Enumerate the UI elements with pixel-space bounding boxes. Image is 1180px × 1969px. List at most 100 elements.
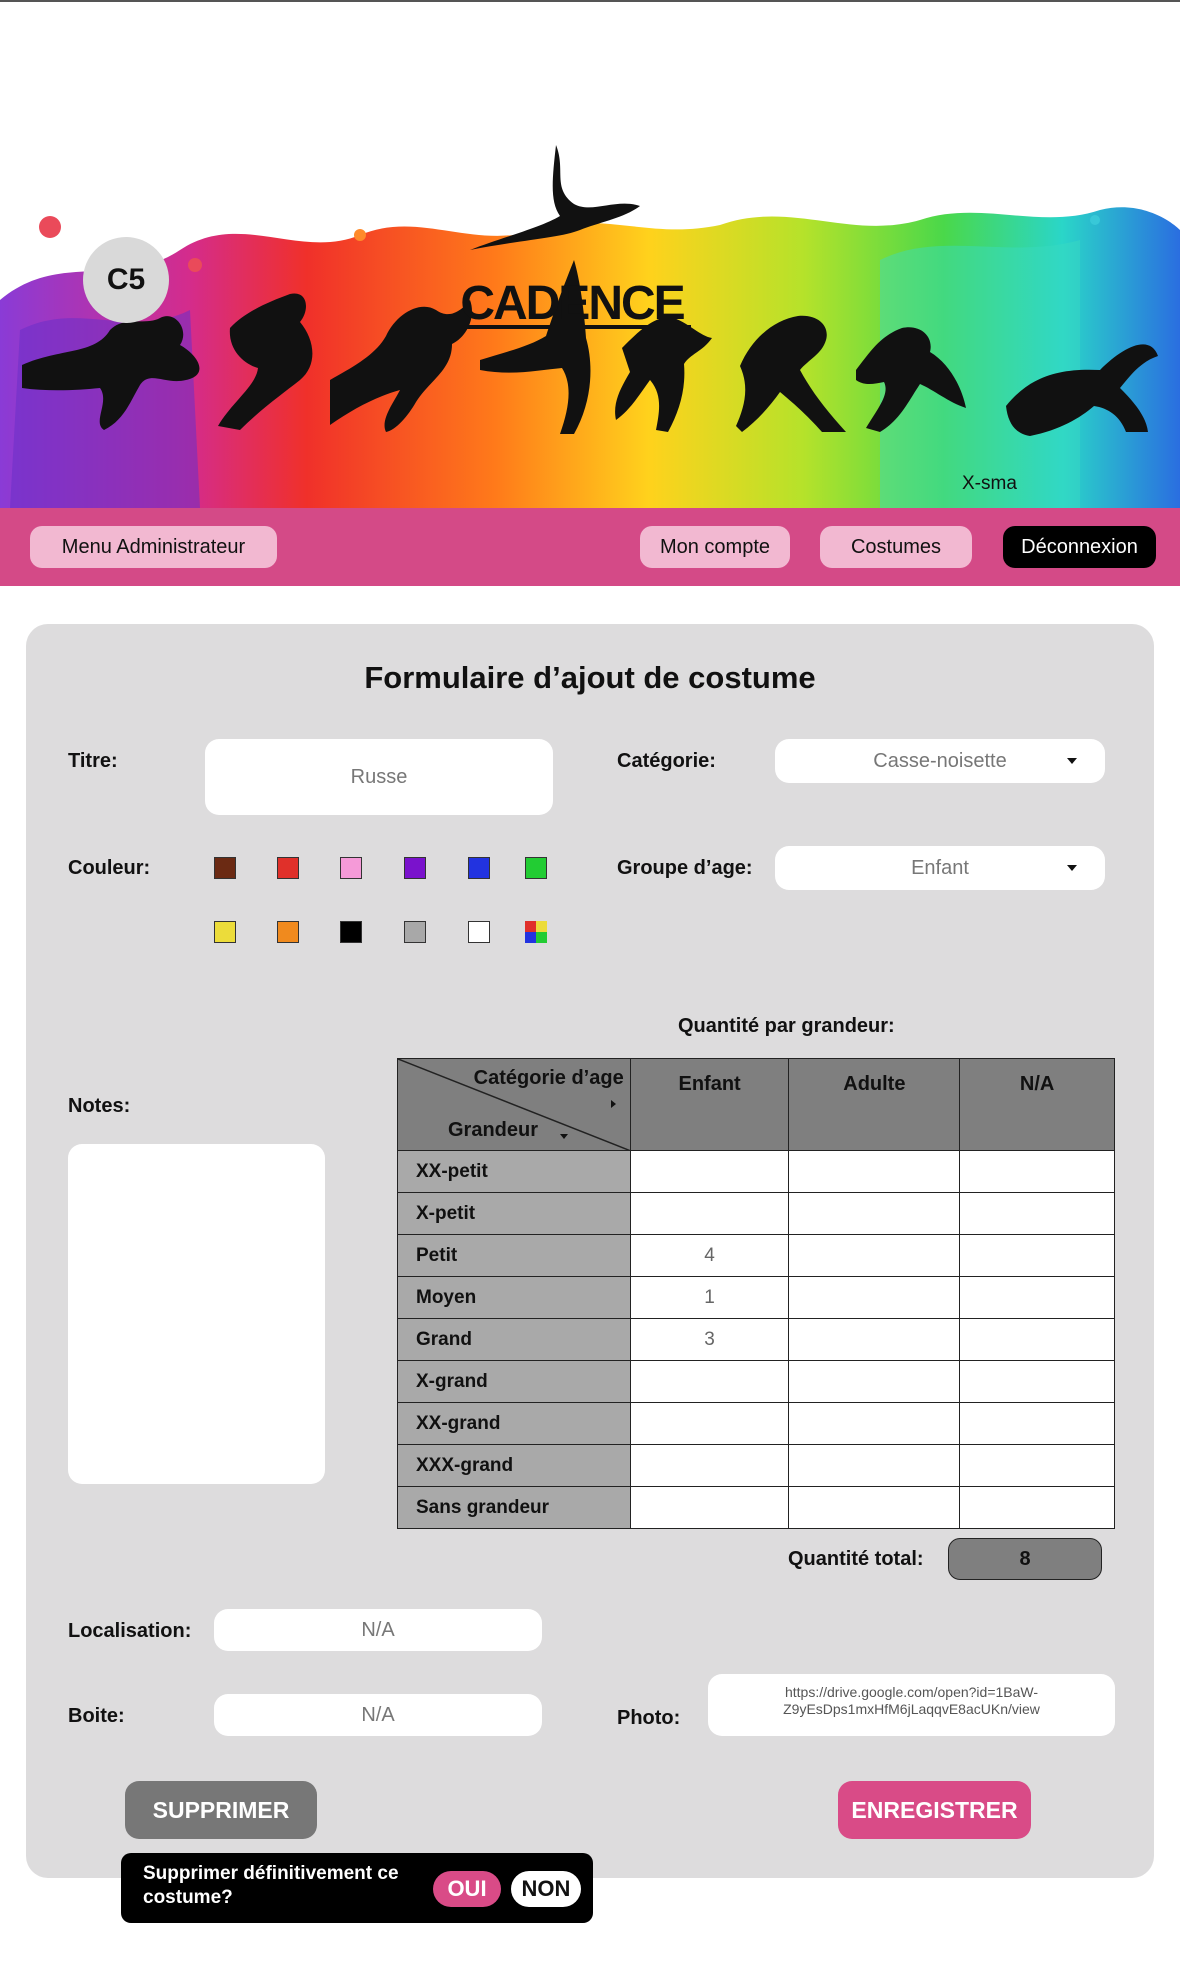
color-swatch-orange[interactable] <box>277 921 299 943</box>
costumes-button[interactable]: Costumes <box>820 526 972 568</box>
quantity-cell[interactable] <box>788 1276 961 1319</box>
groupe-age-select[interactable]: Enfant <box>775 846 1105 890</box>
table-row: XXX-grand <box>397 1444 1115 1487</box>
table-row: XX-petit <box>397 1150 1115 1193</box>
quantity-cell[interactable] <box>788 1360 961 1403</box>
table-row: X-petit <box>397 1192 1115 1235</box>
quantity-cell[interactable] <box>629 1402 790 1445</box>
quantity-cell[interactable] <box>788 1444 961 1487</box>
notes-textarea[interactable] <box>68 1144 325 1484</box>
row-label: Petit <box>397 1234 631 1277</box>
color-swatch-brown[interactable] <box>214 857 236 879</box>
localisation-label: Localisation: <box>68 1620 192 1642</box>
color-swatch-red[interactable] <box>277 857 299 879</box>
row-label: X-grand <box>397 1360 631 1403</box>
quantity-cell[interactable]: 3 <box>629 1318 790 1361</box>
delete-confirm-dialog: Supprimer définitivement ce costume? OUI… <box>121 1853 593 1923</box>
my-account-button[interactable]: Mon compte <box>640 526 790 568</box>
size-header: Grandeur <box>448 1119 539 1141</box>
quantity-heading: Quantité par grandeur: <box>678 1015 895 1037</box>
quantity-cell[interactable] <box>959 1150 1115 1193</box>
confirm-no-button[interactable]: NON <box>511 1871 581 1907</box>
column-header-adulte: Adulte <box>788 1058 961 1151</box>
boite-input[interactable]: N/A <box>214 1694 542 1736</box>
logout-button[interactable]: Déconnexion <box>1003 526 1156 568</box>
color-swatch-black[interactable] <box>340 921 362 943</box>
form-title: Formulaire d’ajout de costume <box>364 660 816 695</box>
color-swatch-pink[interactable] <box>340 857 362 879</box>
chevron-down-icon <box>1067 865 1077 871</box>
quantity-cell[interactable] <box>629 1150 790 1193</box>
quantity-cell[interactable]: 1 <box>629 1276 790 1319</box>
quantity-cell[interactable] <box>959 1402 1115 1445</box>
age-category-header: Catégorie d’age <box>473 1067 624 1089</box>
quantity-cell[interactable] <box>959 1360 1115 1403</box>
chevron-down-icon[interactable] <box>560 1134 568 1139</box>
top-border <box>0 0 1180 2</box>
table-row: Grand 3 <box>397 1318 1115 1361</box>
quantity-cell[interactable] <box>959 1276 1115 1319</box>
table-row: Petit 4 <box>397 1234 1115 1277</box>
table-row: X-grand <box>397 1360 1115 1403</box>
quantity-cell[interactable] <box>959 1192 1115 1235</box>
color-swatch-grey[interactable] <box>404 921 426 943</box>
photo-url-input[interactable]: https://drive.google.com/open?id=1BaW-Z9… <box>708 1674 1115 1736</box>
categorie-select[interactable]: Casse-noisette <box>775 739 1105 783</box>
row-label: XXX-grand <box>397 1444 631 1487</box>
quantity-cell[interactable] <box>788 1150 961 1193</box>
localisation-value: N/A <box>361 1618 395 1641</box>
quantity-cell[interactable] <box>959 1234 1115 1277</box>
row-label: Moyen <box>397 1276 631 1319</box>
titre-label: Titre: <box>68 750 118 772</box>
categorie-label: Catégorie: <box>617 750 716 772</box>
chevron-down-icon <box>1067 758 1077 764</box>
row-label: Grand <box>397 1318 631 1361</box>
logo-underline <box>446 325 691 329</box>
titre-value: Russe <box>350 765 408 788</box>
quantity-cell[interactable] <box>788 1234 961 1277</box>
confirm-yes-button[interactable]: OUI <box>433 1871 501 1907</box>
quantity-cell[interactable] <box>629 1360 790 1403</box>
table-corner-header: Catégorie d’age Grandeur <box>397 1058 631 1151</box>
save-button[interactable]: ENREGISTRER <box>838 1781 1031 1839</box>
chevron-right-icon[interactable] <box>610 1100 616 1108</box>
color-swatch-blue[interactable] <box>468 857 490 879</box>
groupe-age-label: Groupe d’age: <box>617 857 753 879</box>
total-quantity: 8 <box>948 1538 1102 1580</box>
c5-badge: C5 <box>83 237 169 323</box>
column-header-enfant: Enfant <box>629 1058 790 1151</box>
admin-menu-button[interactable]: Menu Administrateur <box>30 526 277 568</box>
quantity-cell[interactable] <box>629 1486 790 1529</box>
quantity-cell[interactable] <box>788 1192 961 1235</box>
quantity-cell[interactable] <box>788 1402 961 1445</box>
color-swatch-white[interactable] <box>468 921 490 943</box>
table-row: Moyen 1 <box>397 1276 1115 1319</box>
groupe-age-value: Enfant <box>911 856 969 879</box>
localisation-input[interactable]: N/A <box>214 1609 542 1651</box>
banner-caption: X-sma <box>962 473 1017 494</box>
notes-label: Notes: <box>68 1095 131 1117</box>
quantity-cell[interactable] <box>959 1444 1115 1487</box>
delete-button[interactable]: SUPPRIMER <box>125 1781 317 1839</box>
color-swatch-purple[interactable] <box>404 857 426 879</box>
nav-bar: Menu Administrateur Mon compte Costumes … <box>0 508 1180 586</box>
boite-value: N/A <box>361 1703 395 1726</box>
quantity-cell[interactable] <box>788 1486 961 1529</box>
quantity-cell[interactable] <box>629 1444 790 1487</box>
categorie-value: Casse-noisette <box>873 749 1007 772</box>
row-label: X-petit <box>397 1192 631 1235</box>
table-row: Sans grandeur <box>397 1486 1115 1529</box>
photo-label: Photo: <box>617 1707 681 1729</box>
quantity-cell[interactable] <box>959 1486 1115 1529</box>
quantity-cell[interactable] <box>959 1318 1115 1361</box>
color-swatch-green[interactable] <box>525 857 547 879</box>
color-swatch-yellow[interactable] <box>214 921 236 943</box>
column-header-na: N/A <box>959 1058 1115 1151</box>
quantity-cell[interactable] <box>629 1192 790 1235</box>
confirm-message: Supprimer définitivement ce costume? <box>143 1863 399 1908</box>
row-label: XX-petit <box>397 1150 631 1193</box>
quantity-cell[interactable]: 4 <box>629 1234 790 1277</box>
quantity-cell[interactable] <box>788 1318 961 1361</box>
titre-input[interactable]: Russe <box>205 739 553 815</box>
color-swatch-multicolor[interactable] <box>525 921 547 943</box>
